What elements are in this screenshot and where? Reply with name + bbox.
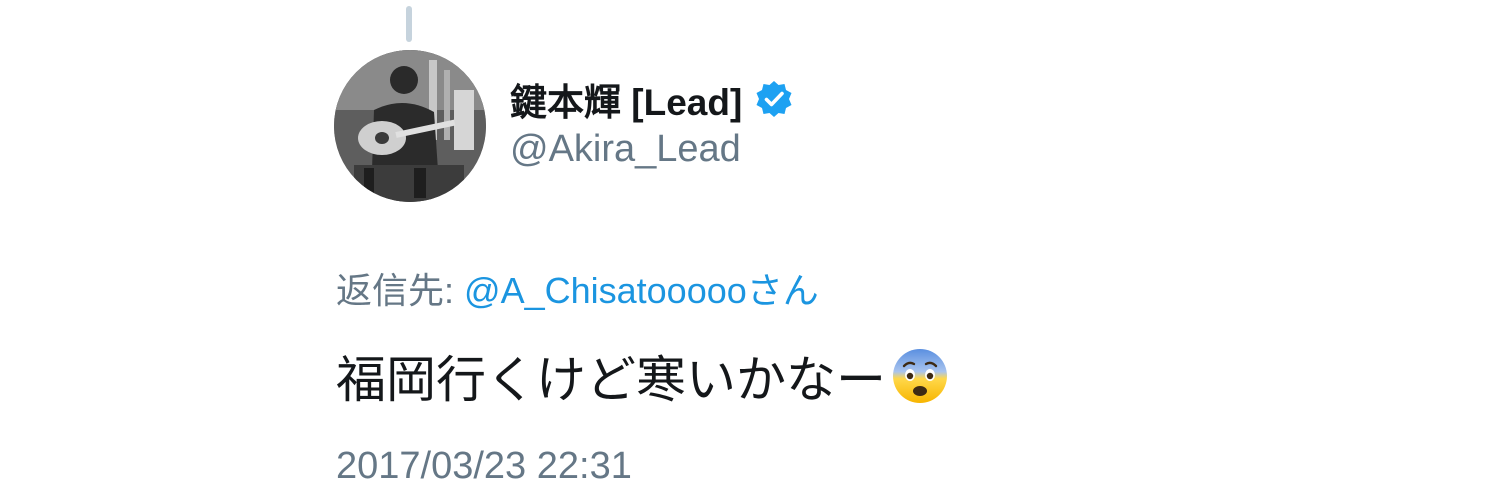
- reply-to-prefix: 返信先:: [336, 270, 455, 311]
- avatar[interactable]: [334, 50, 486, 202]
- verified-badge-icon: [754, 79, 794, 119]
- reply-to-mention-link[interactable]: @A_Chisatoooooさん: [464, 270, 819, 311]
- reply-to-line: 返信先: @A_Chisatoooooさん: [336, 262, 819, 314]
- display-name[interactable]: 鍵本輝 [Lead]: [510, 72, 794, 126]
- display-name-text[interactable]: 鍵本輝 [Lead]: [510, 72, 742, 126]
- fearful-face-icon: [890, 346, 950, 406]
- tweet-timestamp[interactable]: 2017/03/23 22:31: [336, 445, 632, 488]
- thread-connector-line: [406, 6, 412, 42]
- tweet-body: 福岡行くけど寒いかなー: [336, 352, 886, 408]
- tweet-text: 福岡行くけど寒いかなー: [336, 340, 950, 412]
- profile-photo-guitarist-icon: [334, 50, 486, 202]
- user-handle[interactable]: @Akira_Lead: [510, 128, 741, 171]
